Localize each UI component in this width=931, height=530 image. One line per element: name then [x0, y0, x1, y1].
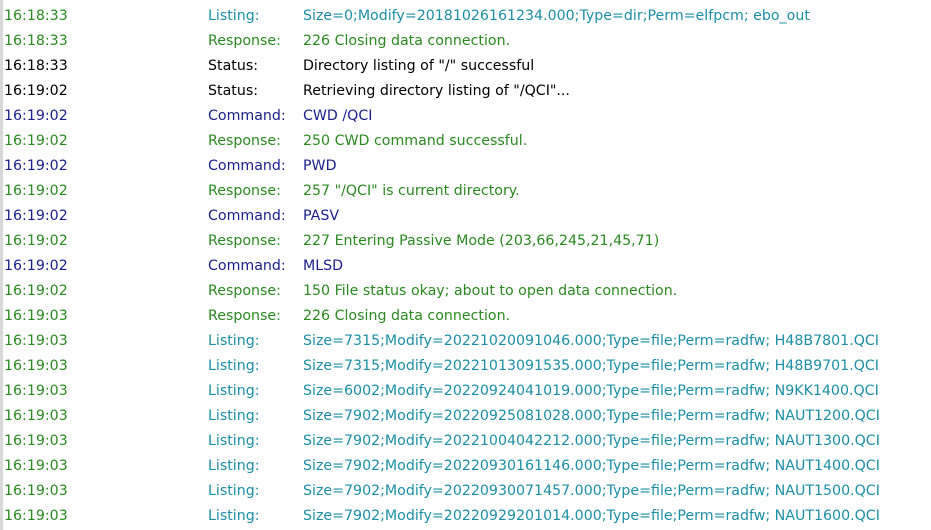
log-message-text: Retrieving directory listing of "/QCI"..… — [303, 83, 570, 99]
log-message-type: Status: — [208, 83, 258, 99]
log-message-type: Listing: — [208, 483, 260, 499]
log-row[interactable]: 16:19:02 Response: 257 "/QCI" is current d… — [3, 179, 931, 204]
log-timestamp: 16:19:02 — [4, 208, 68, 224]
log-message-text: Size=7902;Modify=20221004042212.000;Type… — [303, 433, 880, 449]
log-message-type: Response: — [208, 283, 281, 299]
log-message-text: Size=0;Modify=20181026161234.000;Type=di… — [303, 8, 810, 24]
log-message-type: Command: — [208, 258, 286, 274]
log-timestamp: 16:19:02 — [4, 233, 68, 249]
log-message-type: Response: — [208, 233, 281, 249]
log-timestamp: 16:18:33 — [4, 58, 68, 74]
log-message-type: Listing: — [208, 333, 260, 349]
log-timestamp: 16:19:02 — [4, 83, 68, 99]
log-timestamp: 16:19:03 — [4, 308, 68, 324]
log-message-type: Command: — [208, 208, 286, 224]
log-row[interactable]: 16:19:02 Response: 227 Entering Passive Mo… — [3, 229, 931, 254]
log-timestamp: 16:19:03 — [4, 433, 68, 449]
log-row[interactable]: 16:19:03 Response: 226 Closing data connec… — [3, 304, 931, 329]
log-message-text: 227 Entering Passive Mode (203,66,245,21… — [303, 233, 660, 249]
log-timestamp: 16:19:03 — [4, 483, 68, 499]
log-timestamp: 16:19:03 — [4, 458, 68, 474]
log-message-type: Command: — [208, 158, 286, 174]
log-message-text: 226 Closing data connection. — [303, 308, 511, 324]
log-message-text: Size=7315;Modify=20221020091046.000;Type… — [303, 333, 879, 349]
log-message-type: Listing: — [208, 458, 260, 474]
log-message-text: PASV — [303, 208, 340, 224]
log-row[interactable]: 16:19:02 Command: PASV — [3, 204, 931, 229]
log-row[interactable]: 16:19:02 Status: Retrieving directory list… — [3, 79, 931, 104]
log-timestamp: 16:19:02 — [4, 283, 68, 299]
log-row[interactable]: 16:19:02 Command: MLSD — [3, 254, 931, 279]
log-message-text: MLSD — [303, 258, 344, 274]
log-message-type: Listing: — [208, 383, 260, 399]
log-message-type: Listing: — [208, 508, 260, 524]
message-log-pane[interactable]: 16:18:33 Listing: Size=0;Modify=2018102616… — [0, 0, 931, 530]
log-message-type: Response: — [208, 33, 281, 49]
log-message-text: 257 "/QCI" is current directory. — [303, 183, 520, 199]
log-row[interactable]: 16:19:02 Command: CWD /QCI — [3, 104, 931, 129]
log-message-text: Size=7902;Modify=20220929201014.000;Type… — [303, 508, 880, 524]
log-message-type: Listing: — [208, 358, 260, 374]
log-timestamp: 16:19:03 — [4, 408, 68, 424]
log-row[interactable]: 16:19:03 Listing: Size=7315;Modify=2022102… — [3, 329, 931, 354]
log-message-type: Response: — [208, 133, 281, 149]
log-message-text: 250 CWD command successful. — [303, 133, 528, 149]
log-row[interactable]: 16:18:33 Status: Directory listing of "/" … — [3, 54, 931, 79]
log-timestamp: 16:19:02 — [4, 108, 68, 124]
log-message-text: CWD /QCI — [303, 108, 373, 124]
log-row[interactable]: 16:19:03 Listing: Size=7902;Modify=2022092… — [3, 504, 931, 529]
log-message-text: Size=7902;Modify=20220925081028.000;Type… — [303, 408, 880, 424]
log-row[interactable]: 16:19:03 Listing: Size=7902;Modify=2022100… — [3, 429, 931, 454]
log-message-type: Command: — [208, 108, 286, 124]
log-row[interactable]: 16:18:33 Response: 226 Closing data connec… — [3, 29, 931, 54]
log-timestamp: 16:19:03 — [4, 508, 68, 524]
log-message-type: Listing: — [208, 8, 260, 24]
log-row[interactable]: 16:19:03 Listing: Size=6002;Modify=2022092… — [3, 379, 931, 404]
log-message-text: 150 File status okay; about to open data… — [303, 283, 678, 299]
log-timestamp: 16:18:33 — [4, 8, 68, 24]
log-timestamp: 16:18:33 — [4, 33, 68, 49]
log-message-type: Status: — [208, 58, 258, 74]
log-message-text: Size=7315;Modify=20221013091535.000;Type… — [303, 358, 879, 374]
log-row[interactable]: 16:19:03 Listing: Size=7902;Modify=2022093… — [3, 454, 931, 479]
log-timestamp: 16:19:02 — [4, 258, 68, 274]
log-row[interactable]: 16:19:03 Listing: Size=7902;Modify=2022092… — [3, 404, 931, 429]
log-timestamp: 16:19:03 — [4, 383, 68, 399]
log-timestamp: 16:19:02 — [4, 183, 68, 199]
log-row[interactable]: 16:19:02 Response: 150 File status okay; a… — [3, 279, 931, 304]
log-row[interactable]: 16:19:02 Command: PWD — [3, 154, 931, 179]
log-timestamp: 16:19:02 — [4, 133, 68, 149]
log-message-type: Listing: — [208, 433, 260, 449]
log-row[interactable]: 16:19:03 Listing: Size=7315;Modify=2022101… — [3, 354, 931, 379]
log-timestamp: 16:19:02 — [4, 158, 68, 174]
log-message-type: Listing: — [208, 408, 260, 424]
log-message-text: PWD — [303, 158, 337, 174]
log-message-text: 226 Closing data connection. — [303, 33, 511, 49]
log-message-text: Size=7902;Modify=20220930071457.000;Type… — [303, 483, 880, 499]
log-message-type: Response: — [208, 183, 281, 199]
message-log-list: 16:18:33 Listing: Size=0;Modify=2018102616… — [3, 4, 931, 529]
log-timestamp: 16:19:03 — [4, 333, 68, 349]
log-message-text: Size=7902;Modify=20220930161146.000;Type… — [303, 458, 880, 474]
log-message-text: Directory listing of "/" successful — [303, 58, 535, 74]
log-row[interactable]: 16:19:02 Response: 250 CWD command success… — [3, 129, 931, 154]
log-row[interactable]: 16:19:03 Listing: Size=7902;Modify=2022093… — [3, 479, 931, 504]
log-row[interactable]: 16:18:33 Listing: Size=0;Modify=2018102616… — [3, 4, 931, 29]
log-timestamp: 16:19:03 — [4, 358, 68, 374]
log-message-type: Response: — [208, 308, 281, 324]
log-message-text: Size=6002;Modify=20220924041019.000;Type… — [303, 383, 879, 399]
